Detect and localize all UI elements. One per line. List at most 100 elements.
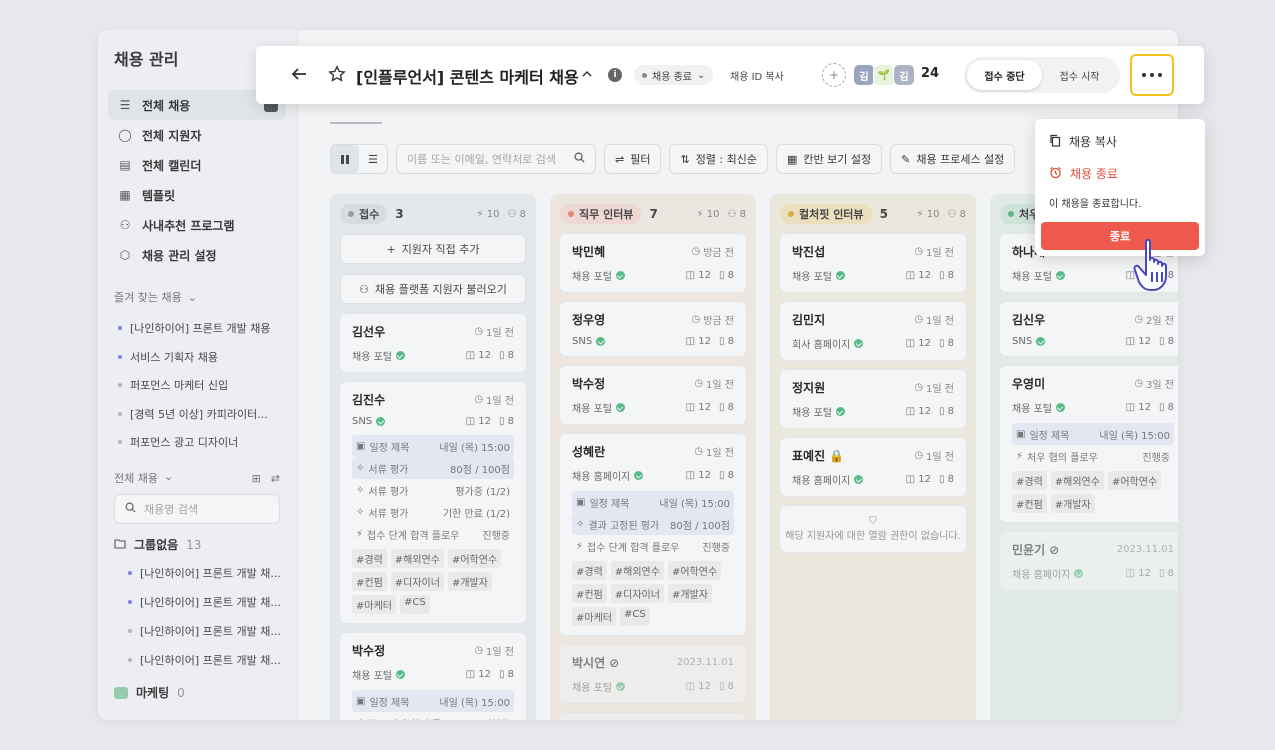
- kanban-settings-button[interactable]: ▦ 칸반 보기 설정: [776, 144, 883, 174]
- document-icon: ▯: [498, 416, 508, 427]
- favorite-item[interactable]: 서비스 기획자 채용: [114, 343, 292, 372]
- applied-time-text: 2023.11.01: [1116, 544, 1174, 555]
- verified-check-icon: [596, 337, 606, 346]
- more-options-button[interactable]: [1130, 54, 1174, 96]
- count-value: 12: [1138, 336, 1151, 347]
- group-item[interactable]: [나인하이어] 프론트 개발 채...: [124, 645, 294, 674]
- applicant-card[interactable]: 정우영 ◷ 방금 전 SNS ◫ 12 ▯ 8: [560, 302, 746, 356]
- sidebar-nav-item[interactable]: ⚇ 사내추천 프로그램: [108, 210, 286, 240]
- end-recruit-menu-item[interactable]: 채용 종료: [1049, 165, 1118, 182]
- all-recruit-title: 전체 채용 ⌄ ⊞ ⇄: [114, 470, 280, 486]
- favorite-label: 퍼포먼스 광고 디자이너: [130, 436, 239, 450]
- applicant-card[interactable]: 김민지 ◷ 1일 전 회사 홈페이지 ◫ 12 ▯ 8: [780, 302, 966, 360]
- source: SNS: [1012, 336, 1046, 347]
- stop-intake-button[interactable]: 접수 중단: [967, 60, 1042, 90]
- settings-sliders-icon[interactable]: ⇄: [271, 472, 280, 485]
- card-header: 김진수 ◷ 1일 전: [352, 391, 514, 408]
- applicant-card[interactable]: 박시연 ⊘ 2023.11.01 채용 포털 ◫ 12 ▯ 8: [560, 645, 746, 703]
- applicant-card[interactable]: 김신우 ◷ 2일 전 SNS ◫ 12 ▯ 8: [1000, 302, 1178, 356]
- applied-time-text: 1일 전: [486, 396, 514, 407]
- applicant-name: 김민지: [792, 311, 825, 328]
- group-item[interactable]: [나인하이어] 프론트 개발 채...: [124, 587, 294, 616]
- add-applicant-button[interactable]: + 지원자 직접 추가: [340, 234, 526, 264]
- count-value: 12: [698, 681, 711, 692]
- applicant-card[interactable]: 박진섭 ◷ 1일 전 채용 포털 ◫ 12 ▯ 8: [780, 234, 966, 292]
- group-item[interactable]: [나인하이어] 프론트 개발 채...: [124, 616, 294, 645]
- source-text: 채용 포털: [1012, 272, 1052, 283]
- stage-dot: [788, 211, 794, 217]
- status-dot: [128, 628, 132, 633]
- stat-value: 8: [519, 208, 526, 220]
- kanban-view-icon[interactable]: [331, 145, 359, 173]
- card-counts: ◫ 12 ▯ 8: [686, 336, 734, 347]
- count-value: 12: [478, 350, 491, 361]
- applicant-card[interactable]: 김진수 ◷ 1일 전 SNS ◫ 12 ▯ 8 ▣ 일정 제목 내일 (목) 15:00 ✧ 서류 …: [340, 382, 526, 623]
- favorites-title[interactable]: 즐겨 찾는 채용 ⌄: [114, 289, 197, 305]
- filter-button[interactable]: ⇌ 필터: [604, 144, 662, 174]
- chevron-up-icon[interactable]: [582, 68, 592, 82]
- source-text: 채용 포털: [572, 404, 612, 415]
- favorite-item[interactable]: 퍼포먼스 마케터 신입: [114, 371, 292, 400]
- count-value: 12: [918, 338, 931, 349]
- list-view-icon[interactable]: ☰: [359, 145, 387, 173]
- sidebar-nav-label: 전체 캘린더: [142, 158, 202, 173]
- member-avatars[interactable]: 김 🌱 김: [853, 64, 915, 86]
- detail-row: ⚡접수 단계 합격 플로우 진행중: [352, 523, 514, 545]
- group-none[interactable]: 그룹없음 13: [114, 536, 201, 553]
- sidebar-nav-item[interactable]: ▦ 템플릿: [108, 180, 286, 210]
- filter-label: 필터: [630, 153, 651, 166]
- all-recruit-toggle[interactable]: 전체 채용 ⌄: [114, 470, 173, 486]
- document-icon: ▯: [498, 669, 508, 680]
- start-intake-button[interactable]: 접수 시작: [1042, 60, 1117, 90]
- sidebar-nav-item[interactable]: ⬡ 채용 관리 설정: [108, 240, 286, 270]
- process-settings-button[interactable]: ✎ 채용 프로세스 설정: [890, 144, 1016, 174]
- group-marketing[interactable]: 마케팅 0: [114, 684, 185, 701]
- applicant-card[interactable]: 표예진 🔒 ◷ 1일 전 채용 홈페이지 ◫ 12 ▯ 8: [780, 438, 966, 496]
- column-title: 접수 3: [340, 204, 404, 224]
- sidebar-nav-item[interactable]: ▤ 전체 캘린더: [108, 150, 286, 180]
- copy-id-button[interactable]: 채용 ID 복사: [730, 68, 784, 83]
- chevron-down-icon: ⌄: [187, 290, 197, 304]
- applicant-name: 박시연 ⊘: [572, 654, 619, 671]
- copy-recruit-menu-item[interactable]: 채용 복사: [1049, 133, 1117, 150]
- favorite-item[interactable]: 퍼포먼스 광고 디자이너: [114, 428, 292, 457]
- back-arrow-icon[interactable]: [290, 65, 308, 86]
- stat-people: ⚇ 8: [727, 209, 746, 220]
- add-member-icon[interactable]: +: [822, 63, 846, 87]
- applicant-search-input[interactable]: 이름 또는 이메일, 연락처로 검색: [396, 144, 596, 174]
- document-icon: ▯: [498, 350, 508, 361]
- applicant-card[interactable]: 성혜란 ◷ 1일 전 채용 홈페이지 ◫ 12 ▯ 8 ▣ 일정 제목 내일 (목) 15:00…: [560, 434, 746, 635]
- group-item[interactable]: [나인하이어] 프론트 개발 채...: [124, 558, 294, 587]
- applicant-card[interactable]: 정지원 ◷ 1일 전 채용 포털 ◫ 12 ▯ 8: [780, 370, 966, 428]
- applicant-card[interactable]: 박수정 ◷ 1일 전 채용 포털 ◫ 12 ▯ 8: [560, 366, 746, 424]
- detail-label: ⚡접수 단계 합격 플로우: [356, 527, 459, 542]
- avatar-sprout-icon: 🌱: [873, 64, 895, 86]
- search-icon: [574, 152, 585, 166]
- source-text: SNS: [572, 336, 593, 347]
- import-applicants-button[interactable]: ⚇ 채용 플랫폼 지원자 불러오기: [340, 274, 526, 304]
- applicant-card[interactable]: 우영미 ◷ 3일 전 채용 포털 ◫ 12 ▯ 8 ▣ 일정 제목 내일 (목) 15:00 ⚡ 처…: [1000, 366, 1178, 522]
- applicant-name-text: 우영미: [1012, 377, 1046, 391]
- sort-button[interactable]: ⇅ 정렬 : 최신순: [669, 144, 768, 174]
- info-icon[interactable]: i: [608, 68, 622, 82]
- applied-time-text: 1일 전: [486, 647, 514, 658]
- applicant-card[interactable]: 민윤기 ⊘ 2023.11.01 채용 홈페이지 ◫ 12 ▯ 8: [1000, 532, 1178, 590]
- recruit-search-input[interactable]: 채용명 검색: [114, 494, 280, 524]
- applicant-card[interactable]: 문성환⊘2023.11.01: [560, 713, 746, 720]
- favorite-item[interactable]: [경력 5년 이상] 카피라이터...: [114, 400, 292, 429]
- applicant-card[interactable]: 박민혜 ◷ 방금 전 채용 포털 ◫ 12 ▯ 8: [560, 234, 746, 292]
- add-folder-icon[interactable]: ⊞: [252, 472, 261, 485]
- applicant-card[interactable]: 박수정 ◷1일 전채용 포털 ◫ 12 ▯ 8 ▣일정 제목 내일 (목) 15:00 ⚡ 접…: [340, 633, 526, 720]
- stage-name: 직무 인터뷰: [579, 208, 634, 221]
- detail-value: 80점 / 100점: [670, 520, 730, 532]
- count-value: 8: [507, 416, 514, 427]
- status-dropdown[interactable]: 채용 종료 ⌄: [634, 65, 714, 85]
- star-icon[interactable]: [328, 65, 346, 86]
- source: 채용 포털: [572, 268, 625, 283]
- sidebar-nav-item[interactable]: ◯ 전체 지원자: [108, 120, 286, 150]
- applicant-name: 박수정: [352, 642, 385, 659]
- applicant-card[interactable]: 김선우 ◷ 1일 전 채용 포털 ◫ 12 ▯ 8: [340, 314, 526, 372]
- lock-icon: 🔒: [829, 448, 845, 463]
- favorite-item[interactable]: [나인하이어] 프론트 개발 채용: [114, 314, 292, 343]
- applicant-name: 박수정: [572, 375, 605, 392]
